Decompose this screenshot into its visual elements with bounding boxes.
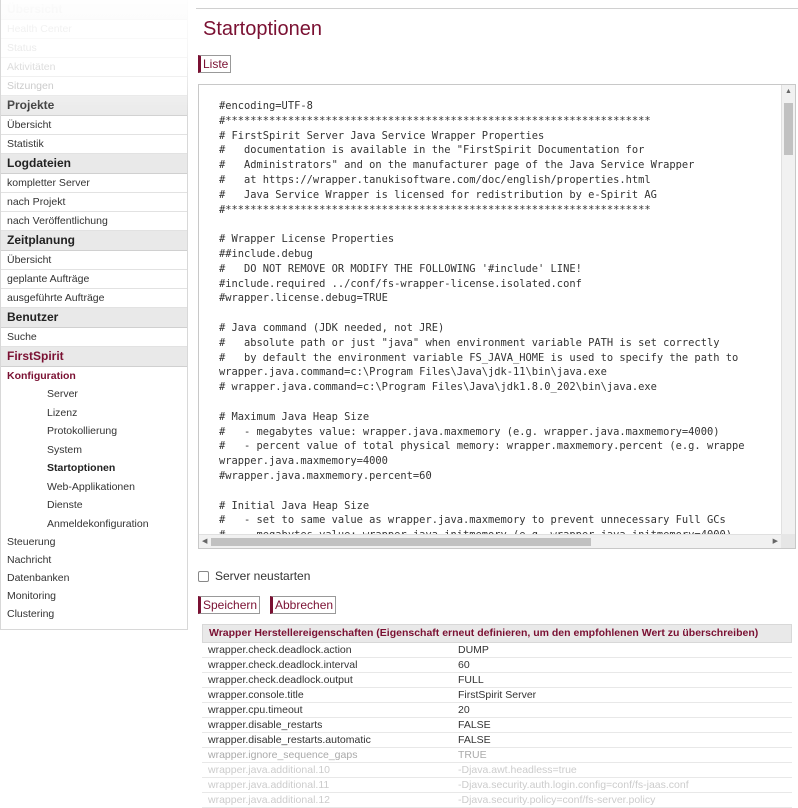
sidebar-item-konfiguration[interactable]: Konfiguration (1, 367, 187, 385)
sidebar-item-ausgefuehrte-auftraege[interactable]: ausgeführte Aufträge (1, 289, 187, 308)
sidebar-item-steuerung[interactable]: Steuerung (1, 533, 187, 551)
property-key: wrapper.cpu.timeout (208, 704, 303, 716)
property-row: wrapper.ignore_sequence_gaps TRUE (202, 748, 792, 763)
property-value: 20 (458, 704, 470, 716)
sidebar-item-nachricht[interactable]: Nachricht (1, 551, 187, 569)
sidebar: Übersicht Health Center Status Aktivität… (0, 0, 189, 630)
sidebar-header-logdateien[interactable]: Logdateien (1, 154, 187, 174)
vertical-scrollbar[interactable]: ▲ (781, 85, 795, 534)
sidebar-header-zeitplanung[interactable]: Zeitplanung (1, 231, 187, 251)
sidebar-subitem-dienste[interactable]: Dienste (1, 496, 187, 515)
sidebar-subitem-startoptionen[interactable]: Startoptionen (1, 459, 187, 478)
property-key: wrapper.ignore_sequence_gaps (208, 749, 358, 761)
property-row: wrapper.java.additional.10 -Djava.awt.hea… (202, 763, 792, 778)
sidebar-item-geplante-auftraege[interactable]: geplante Aufträge (1, 270, 187, 289)
sidebar-subitem-anmeldekonfiguration[interactable]: Anmeldekonfiguration (1, 515, 187, 534)
save-button[interactable]: Speichern (198, 596, 261, 614)
property-row: wrapper.cpu.timeout 20 (202, 703, 792, 718)
property-key: wrapper.check.deadlock.action (208, 644, 352, 656)
property-value: FALSE (458, 734, 491, 746)
list-button[interactable]: Liste (198, 55, 232, 73)
property-key: wrapper.java.additional.12 (208, 794, 331, 806)
sidebar-item-suche[interactable]: Suche (1, 328, 187, 347)
sidebar-item-zeitplanung-uebersicht[interactable]: Übersicht (1, 251, 187, 270)
property-key: wrapper.console.title (208, 689, 304, 701)
sidebar-item-nach-veroeffentlichung[interactable]: nach Veröffentlichung (1, 212, 187, 231)
sidebar-header-benutzer[interactable]: Benutzer (1, 308, 187, 328)
sidebar-item-health-center[interactable]: Health Center (1, 20, 187, 39)
property-row: wrapper.console.title FirstSpirit Server (202, 688, 792, 703)
sidebar-subitem-server[interactable]: Server (1, 385, 187, 404)
code-text[interactable]: #encoding=UTF-8 #***********************… (199, 85, 781, 534)
property-key: wrapper.disable_restarts (208, 719, 323, 731)
scroll-left-icon[interactable]: ◀ (202, 537, 207, 545)
restart-label[interactable]: Server neustarten (215, 569, 310, 583)
sidebar-item-aktivitaeten[interactable]: Aktivitäten (1, 58, 187, 77)
sidebar-item-monitoring[interactable]: Monitoring (1, 587, 187, 605)
config-editor[interactable]: #encoding=UTF-8 #***********************… (198, 84, 796, 549)
property-row: wrapper.check.deadlock.interval 60 (202, 658, 792, 673)
sidebar-item-kompletter-server[interactable]: kompletter Server (1, 174, 187, 193)
vertical-scroll-thumb[interactable] (784, 103, 793, 155)
restart-option[interactable]: Server neustarten (198, 569, 310, 583)
scroll-corner (781, 534, 795, 548)
property-key: wrapper.check.deadlock.interval (208, 659, 358, 671)
sidebar-header-uebersicht[interactable]: Übersicht (1, 0, 187, 20)
property-value: FirstSpirit Server (458, 689, 537, 701)
properties-rows: wrapper.check.deadlock.action DUMP wrapper… (202, 643, 792, 808)
top-divider (196, 8, 798, 9)
sidebar-item-sitzungen[interactable]: Sitzungen (1, 77, 187, 96)
property-key: wrapper.java.additional.11 (208, 779, 330, 791)
property-row: wrapper.disable_restarts FALSE (202, 718, 792, 733)
property-value: -Djava.awt.headless=true (458, 764, 577, 776)
sidebar-item-datenbanken[interactable]: Datenbanken (1, 569, 187, 587)
property-value: 60 (458, 659, 470, 671)
property-row: wrapper.disable_restarts.automatic FALSE (202, 733, 792, 748)
restart-checkbox[interactable] (198, 570, 209, 582)
property-row: wrapper.check.deadlock.action DUMP (202, 643, 792, 658)
wrapper-properties-table: Wrapper Herstellereigenschaften (Eigensc… (202, 624, 792, 808)
property-key: wrapper.check.deadlock.output (208, 674, 353, 686)
horizontal-scrollbar[interactable]: ◀ ▶ (199, 534, 781, 548)
sidebar-item-statistik[interactable]: Statistik (1, 135, 187, 154)
sidebar-header-projekte[interactable]: Projekte (1, 96, 187, 116)
sidebar-subitem-web-applikationen[interactable]: Web-Applikationen (1, 478, 187, 497)
sidebar-subitem-protokollierung[interactable]: Protokollierung (1, 422, 187, 441)
property-key: wrapper.disable_restarts.automatic (208, 734, 371, 746)
sidebar-item-clustering[interactable]: Clustering (1, 605, 187, 623)
scroll-up-icon[interactable]: ▲ (785, 88, 792, 95)
property-value: -Djava.security.policy=conf/fs-server.po… (458, 794, 656, 806)
sidebar-item-nach-projekt[interactable]: nach Projekt (1, 193, 187, 212)
property-value: TRUE (458, 749, 487, 761)
sidebar-header-firstspirit[interactable]: FirstSpirit (1, 347, 187, 367)
property-value: DUMP (458, 644, 489, 656)
property-row: wrapper.java.additional.12 -Djava.securit… (202, 793, 792, 808)
property-value: FULL (458, 674, 484, 686)
sidebar-item-status[interactable]: Status (1, 39, 187, 58)
horizontal-scroll-thumb[interactable] (211, 538, 591, 546)
sidebar-nav: Übersicht Health Center Status Aktivität… (1, 0, 187, 623)
cancel-button[interactable]: Abbrechen (270, 596, 337, 614)
code-area[interactable]: #encoding=UTF-8 #***********************… (199, 85, 781, 534)
property-key: wrapper.java.additional.10 (208, 764, 331, 776)
sidebar-subitem-system[interactable]: System (1, 441, 187, 460)
main-content: Startoptionen Liste #encoding=UTF-8 #***… (188, 0, 798, 808)
property-row: wrapper.check.deadlock.output FULL (202, 673, 792, 688)
sidebar-item-projekte-uebersicht[interactable]: Übersicht (1, 116, 187, 135)
property-value: FALSE (458, 719, 491, 731)
properties-header: Wrapper Herstellereigenschaften (Eigensc… (202, 624, 792, 643)
property-value: -Djava.security.auth.login.config=conf/f… (458, 779, 689, 791)
scroll-right-icon[interactable]: ▶ (773, 537, 778, 545)
sidebar-subitem-lizenz[interactable]: Lizenz (1, 404, 187, 423)
page-title: Startoptionen (203, 18, 322, 40)
